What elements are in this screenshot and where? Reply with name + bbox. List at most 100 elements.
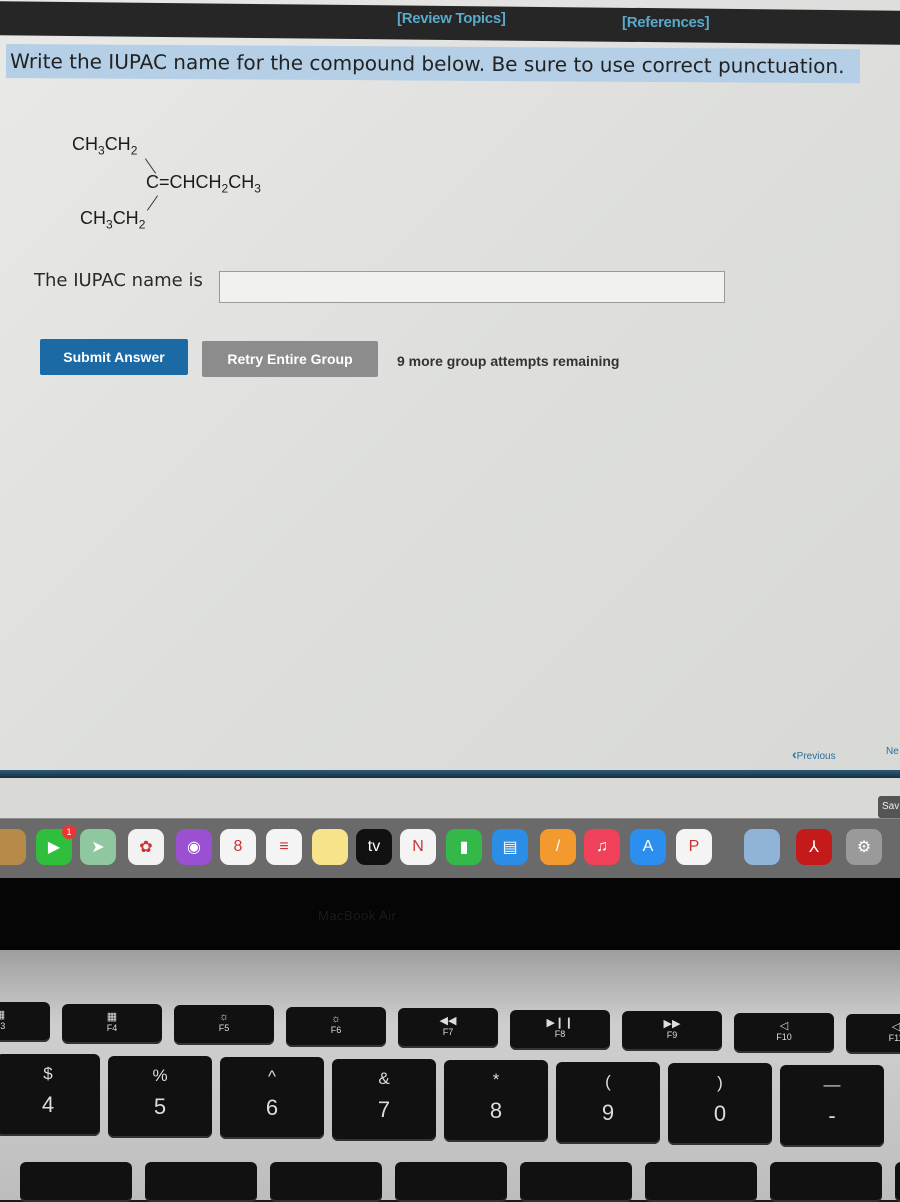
function-key-label: F7	[442, 1027, 454, 1037]
dock-icon-news[interactable]: N	[400, 829, 436, 865]
laptop-brand-label: MacBook Air	[318, 908, 397, 923]
dock-icon-powerpoint[interactable]: P	[676, 829, 712, 865]
keyboard-key-partial[interactable]	[645, 1162, 757, 1202]
question-prompt: Write the IUPAC name for the compound be…	[5, 44, 861, 84]
function-key-icon: ◁	[891, 1021, 900, 1033]
answer-label: The IUPAC name is	[34, 270, 203, 291]
keyboard-key-partial[interactable]	[270, 1162, 382, 1202]
key-main-symbol: 0	[713, 1101, 727, 1126]
keyboard-key-partial[interactable]	[395, 1162, 507, 1202]
key-shift-symbol: ^	[268, 1067, 276, 1086]
key-main-symbol: 8	[489, 1098, 503, 1123]
browser-screen: [Review Topics] [References] Write the I…	[0, 0, 900, 818]
attempts-remaining-text: 9 more group attempts remaining	[397, 353, 620, 369]
dock-icon-acrobat[interactable]: ⅄	[796, 829, 832, 865]
key-f5[interactable]: ☼ F5	[174, 1005, 274, 1045]
dock-icon-photos[interactable]: ✿	[128, 829, 164, 865]
key-shift-symbol: $	[43, 1064, 53, 1083]
dock-icon-system-settings[interactable]: ⚙	[846, 829, 882, 865]
iupac-name-input[interactable]	[219, 271, 725, 303]
keyboard-key-partial[interactable]	[145, 1162, 257, 1202]
key-shift-symbol: —	[823, 1074, 841, 1094]
key-f11[interactable]: ◁F11	[846, 1014, 900, 1054]
key-f3[interactable]: ▦F3	[0, 1002, 50, 1042]
key-f4[interactable]: ▦ F4	[62, 1003, 162, 1044]
function-key-label: F9	[666, 1030, 678, 1040]
dock-icon-facetime[interactable]: ▶ 1	[36, 825, 76, 865]
dock-icon-calendar[interactable]: 8	[220, 829, 256, 865]
dock-icon-apple-tv[interactable]: tv	[356, 829, 392, 865]
dock-icon-numbers[interactable]: ▮	[446, 829, 482, 865]
keyboard-key-partial[interactable]	[520, 1162, 632, 1202]
macos-dock: ▶ 1 ➤ ✿ ◉ 8 ≡ tv N ▮ ▤ / ♫ A P ⅄ ⚙	[0, 818, 900, 879]
navigation-divider	[0, 770, 900, 778]
keyboard-deck: ▦F3▦F4☼F5☼F6◀◀F7▶❙❙F8▶▶F9◁F10◁F11$4%5^6&…	[0, 950, 900, 1202]
dock-icon-podcasts[interactable]: ◉	[176, 829, 212, 865]
lower-toolbar	[0, 778, 900, 818]
key-main-symbol: 5	[153, 1093, 167, 1119]
key-shift-symbol: (	[605, 1071, 611, 1091]
function-key-icon: ☼	[330, 1012, 342, 1025]
submit-answer-button[interactable]: Submit Answer	[40, 339, 188, 375]
function-key-label: F6	[330, 1024, 342, 1035]
function-key-label: F5	[218, 1023, 230, 1033]
key-main-symbol: 6	[265, 1095, 279, 1120]
function-key-label: F4	[106, 1022, 118, 1033]
key-shift-symbol: &	[378, 1068, 390, 1088]
dock-icon-preview[interactable]	[744, 829, 780, 865]
key-4[interactable]: $4	[0, 1054, 100, 1136]
key-f9[interactable]: ▶▶ F9	[622, 1011, 722, 1051]
structure-main-chain: C=CHCH2CH3	[146, 172, 261, 196]
bond-lower	[146, 195, 159, 211]
structure-top-substituent: CH3CH2	[72, 134, 138, 158]
save-button[interactable]: Sav	[878, 796, 900, 818]
function-key-icon: ☼	[218, 1011, 230, 1023]
previous-button[interactable]: ‹Previous	[792, 746, 836, 762]
keyboard-key-partial[interactable]	[20, 1162, 132, 1202]
dock-icon-keynote[interactable]: ▤	[492, 829, 528, 865]
function-key-icon: ◁	[779, 1019, 789, 1032]
function-key-label: F11	[888, 1033, 900, 1043]
function-key-icon: ▦	[0, 1008, 50, 1021]
dock-icon-pages[interactable]: /	[540, 829, 576, 865]
function-key-icon: ◀◀	[439, 1015, 457, 1027]
notification-badge: 1	[62, 825, 76, 839]
function-key-icon: ▦	[106, 1010, 118, 1023]
key-f7[interactable]: ◀◀ F7	[398, 1008, 498, 1048]
function-key-label: F10	[776, 1031, 792, 1042]
key-main-symbol: 9	[601, 1099, 615, 1125]
references-link[interactable]: [References]	[622, 14, 710, 31]
key-shift-symbol: *	[492, 1070, 500, 1089]
keyboard-key-partial[interactable]	[770, 1162, 882, 1202]
laptop-bezel	[0, 878, 900, 950]
review-topics-link[interactable]: [Review Topics]	[397, 10, 506, 27]
key-8[interactable]: * 8	[444, 1060, 548, 1142]
key-shift-symbol: %	[152, 1065, 168, 1085]
key-5[interactable]: % 5	[108, 1055, 212, 1138]
function-key-icon: ▶❙❙	[546, 1016, 574, 1029]
key-shift-symbol: )	[717, 1073, 723, 1092]
key-9[interactable]: (9	[556, 1061, 660, 1144]
dock-icon-finder-partial[interactable]	[0, 829, 26, 865]
dock-icon-app-store[interactable]: A	[630, 829, 666, 865]
key-6[interactable]: ^ 6	[220, 1057, 324, 1139]
key-f10[interactable]: ◁ F10	[734, 1012, 834, 1053]
dock-icon-reminders[interactable]: ≡	[266, 829, 302, 865]
key--[interactable]: — -	[780, 1064, 884, 1147]
key-main-symbol: 7	[377, 1096, 391, 1122]
keyboard-key-partial[interactable]	[895, 1162, 900, 1202]
structure-bottom-substituent: CH3CH2	[80, 208, 146, 232]
key-f6[interactable]: ☼ F6	[286, 1006, 386, 1047]
key-0[interactable]: ) 0	[668, 1063, 772, 1145]
next-button[interactable]: Ne	[886, 746, 899, 757]
dock-icon-notes[interactable]	[312, 829, 348, 865]
function-key-label: F8	[554, 1028, 566, 1039]
dock-icon-music[interactable]: ♫	[584, 829, 620, 865]
key-main-symbol: 4	[41, 1092, 55, 1117]
function-key-label: F3	[0, 1021, 6, 1031]
retry-entire-group-button[interactable]: Retry Entire Group	[202, 341, 378, 377]
key-f8[interactable]: ▶❙❙ F8	[510, 1009, 610, 1050]
key-7[interactable]: & 7	[332, 1058, 436, 1141]
dock-icon-maps[interactable]: ➤	[80, 829, 116, 865]
key-main-symbol: -	[828, 1102, 836, 1128]
